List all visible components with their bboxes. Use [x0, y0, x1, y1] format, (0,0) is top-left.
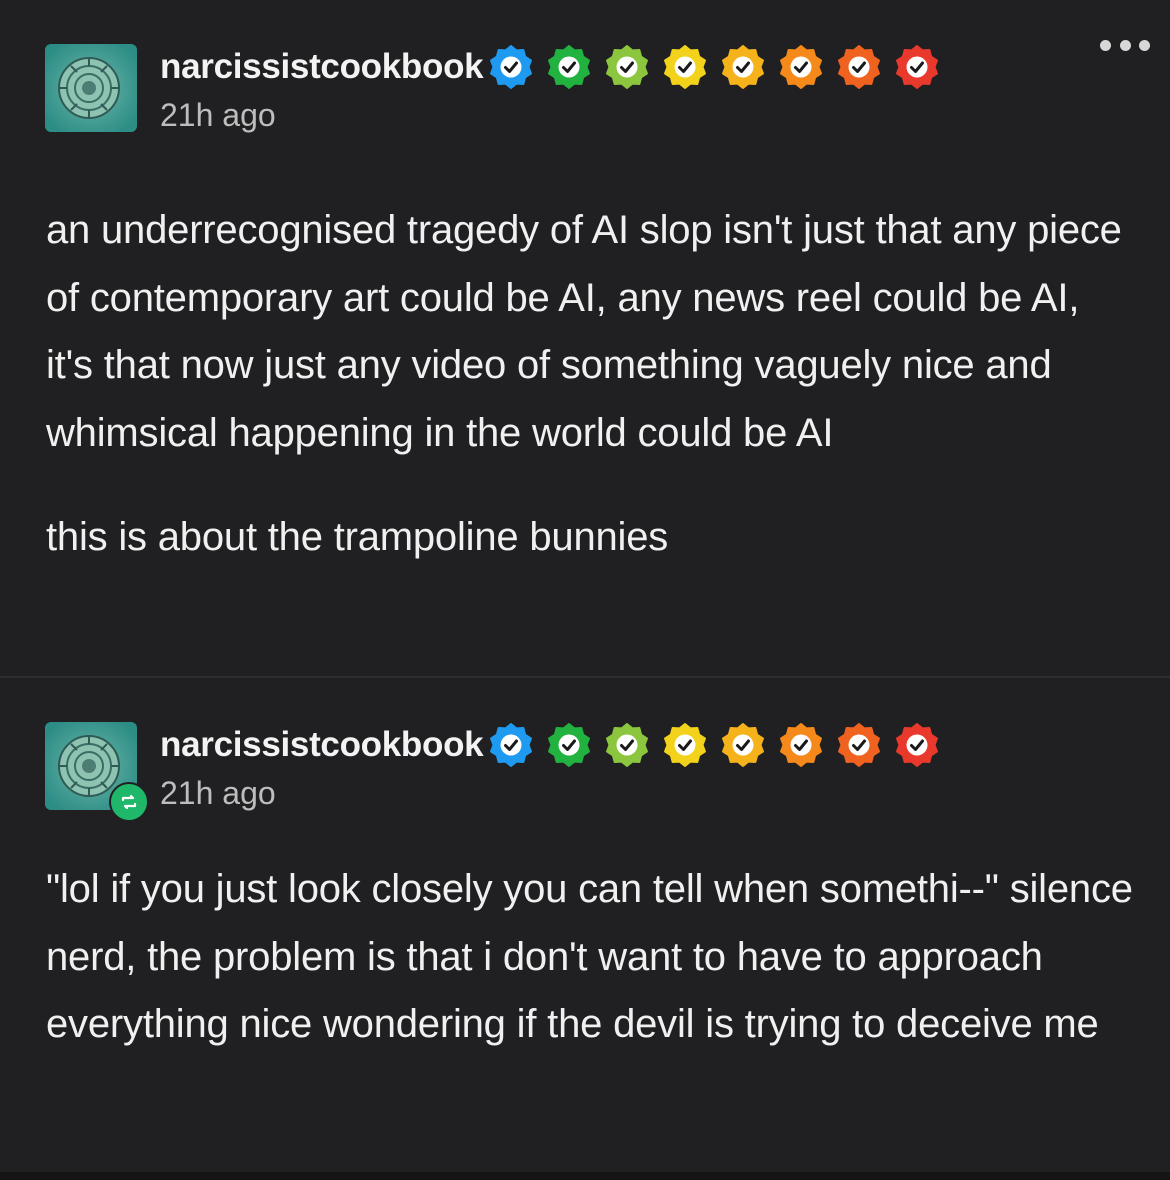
- more-dot: [1119, 39, 1131, 51]
- verified-badge-icon[interactable]: [779, 723, 823, 767]
- verified-badge-icon[interactable]: [837, 45, 881, 89]
- verified-badge-icon[interactable]: [721, 723, 765, 767]
- tumblr-thread: narcissistcookbook 21h ago an underrecog…: [0, 0, 1170, 1180]
- verified-badge-icon[interactable]: [547, 723, 591, 767]
- verified-badge-icon[interactable]: [605, 723, 649, 767]
- post-paragraph: "lol if you just look closely you can te…: [46, 867, 1133, 1046]
- verified-badge-icon[interactable]: [895, 723, 939, 767]
- post-original: narcissistcookbook 21h ago an underrecog…: [0, 0, 1170, 676]
- bottom-edge: [0, 1172, 1170, 1180]
- more-dot: [1100, 39, 1111, 51]
- verified-badge-icon[interactable]: [837, 723, 881, 767]
- post-header: narcissistcookbook 21h ago: [45, 722, 1145, 822]
- verified-badge-icon[interactable]: [663, 45, 707, 89]
- name-row: narcissistcookbook: [160, 722, 953, 768]
- post-reblog: narcissistcookbook 21h ago "lol if you j…: [0, 678, 1170, 1172]
- timestamp[interactable]: 21h ago: [160, 775, 276, 812]
- badge-row: [489, 45, 953, 89]
- more-dot: [1139, 39, 1150, 51]
- verified-badge-icon[interactable]: [489, 45, 533, 89]
- post-body: an underrecognised tragedy of AI slop is…: [46, 197, 1136, 572]
- post-header: narcissistcookbook 21h ago: [45, 44, 1145, 136]
- verified-badge-icon[interactable]: [489, 723, 533, 767]
- post-paragraph: this is about the trampoline bunnies: [46, 515, 669, 559]
- reblog-icon: [109, 782, 149, 822]
- badge-row: [489, 723, 953, 767]
- post-paragraph: an underrecognised tragedy of AI slop is…: [46, 208, 1122, 455]
- name-row: narcissistcookbook: [160, 44, 953, 90]
- verified-badge-icon[interactable]: [895, 45, 939, 89]
- verified-badge-icon[interactable]: [721, 45, 765, 89]
- ammonite-fossil-avatar-icon: [45, 44, 137, 132]
- verified-badge-icon[interactable]: [605, 45, 649, 89]
- avatar[interactable]: [45, 44, 137, 132]
- username[interactable]: narcissistcookbook: [160, 725, 484, 765]
- username[interactable]: narcissistcookbook: [160, 47, 484, 87]
- timestamp[interactable]: 21h ago: [160, 97, 276, 134]
- verified-badge-icon[interactable]: [663, 723, 707, 767]
- verified-badge-icon[interactable]: [779, 45, 823, 89]
- more-options-icon[interactable]: [1100, 38, 1150, 52]
- reblog-arrows-icon: [121, 794, 137, 810]
- post-body: "lol if you just look closely you can te…: [46, 856, 1136, 1059]
- verified-badge-icon[interactable]: [547, 45, 591, 89]
